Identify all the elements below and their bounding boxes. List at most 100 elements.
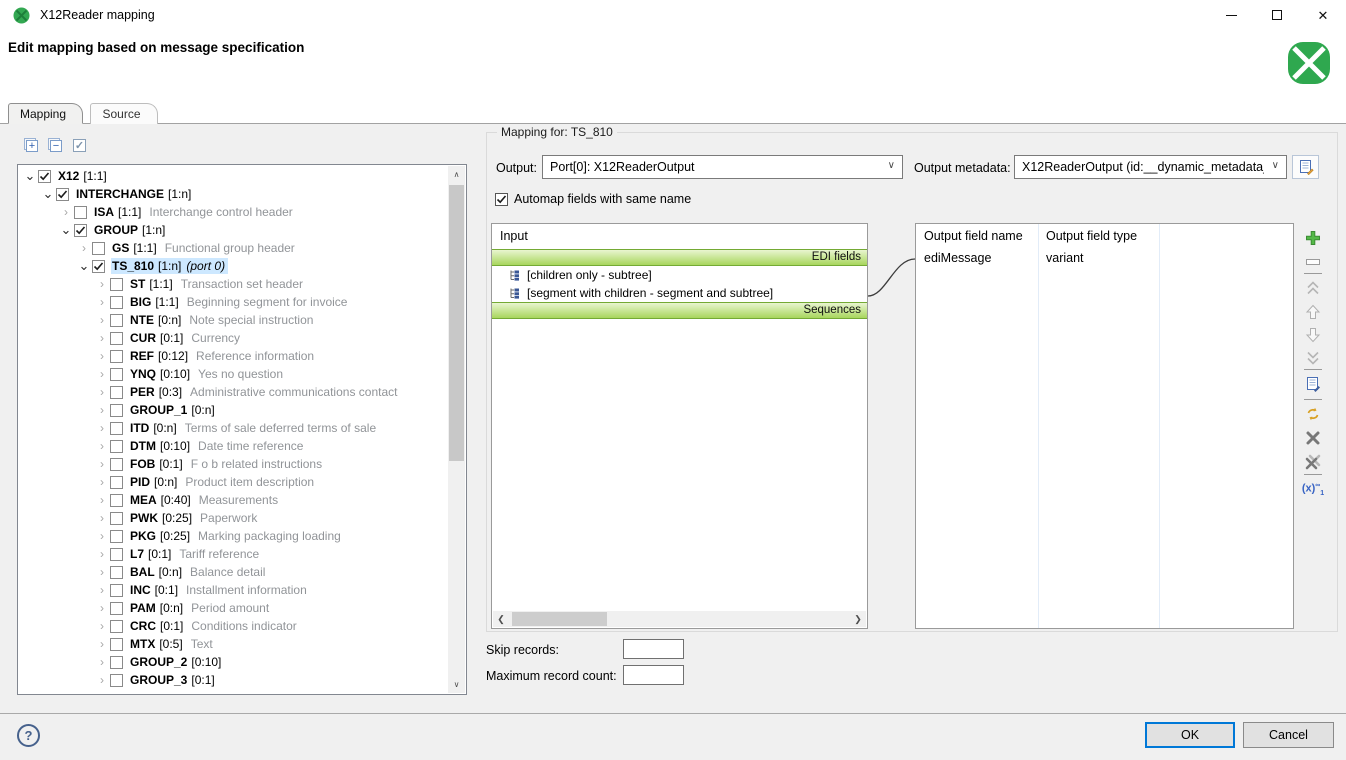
expand-closed-icon[interactable]: › <box>94 421 110 435</box>
expand-closed-icon[interactable]: › <box>94 619 110 633</box>
tree-checkbox[interactable] <box>110 368 123 381</box>
expand-closed-icon[interactable]: › <box>94 295 110 309</box>
output-port-select[interactable]: Port[0]: X12ReaderOutput ∨ <box>542 155 903 179</box>
expand-closed-icon[interactable]: › <box>58 205 74 219</box>
tree-checkbox[interactable] <box>110 476 123 489</box>
tree-row-fob[interactable]: ›FOB[0:1]F o b related instructions <box>18 455 448 473</box>
tree-checkbox[interactable] <box>110 602 123 615</box>
tree-checkbox[interactable] <box>56 188 69 201</box>
tree-checkbox[interactable] <box>110 404 123 417</box>
scroll-right-icon[interactable]: ❯ <box>850 611 866 627</box>
collapse-all-button[interactable]: − <box>47 137 62 152</box>
remove-all-mappings-button[interactable] <box>1304 453 1322 471</box>
expand-closed-icon[interactable]: › <box>94 349 110 363</box>
scroll-down-icon[interactable]: ∨ <box>448 676 465 693</box>
tree-checkbox[interactable] <box>110 566 123 579</box>
check-all-button[interactable]: ✓ <box>71 137 86 152</box>
wildcard-expression-button[interactable]: (x)∞1 <box>1304 480 1322 498</box>
tree-checkbox[interactable] <box>110 386 123 399</box>
tree-checkbox[interactable] <box>110 674 123 687</box>
tree-row-mea[interactable]: ›MEA[0:40]Measurements <box>18 491 448 509</box>
expand-closed-icon[interactable]: › <box>94 367 110 381</box>
maximize-button[interactable] <box>1254 0 1300 30</box>
tab-source[interactable]: Source <box>90 103 157 124</box>
expand-closed-icon[interactable]: › <box>94 277 110 291</box>
move-bottom-button[interactable] <box>1304 349 1322 367</box>
input-item[interactable]: [segment with children - segment and sub… <box>492 284 867 302</box>
remove-button[interactable] <box>1304 253 1322 271</box>
tree-row-crc[interactable]: ›CRC[0:1]Conditions indicator <box>18 617 448 635</box>
ok-button[interactable]: OK <box>1145 722 1235 748</box>
tree-row-group[interactable]: ⌄GROUP[1:n] <box>18 221 448 239</box>
tree-row-pid[interactable]: ›PID[0:n]Product item description <box>18 473 448 491</box>
expand-all-button[interactable]: + <box>23 137 38 152</box>
remove-mapping-button[interactable] <box>1304 429 1322 447</box>
output-table-row[interactable]: ediMessagevariant <box>916 248 1293 268</box>
move-up-button[interactable] <box>1304 303 1322 321</box>
tree-checkbox[interactable] <box>110 530 123 543</box>
tree-checkbox[interactable] <box>92 260 105 273</box>
expand-open-icon[interactable]: ⌄ <box>76 261 92 271</box>
tree-row-group_2[interactable]: ›GROUP_2[0:10] <box>18 653 448 671</box>
tree-checkbox[interactable] <box>110 350 123 363</box>
tree-checkbox[interactable] <box>74 206 87 219</box>
tree-row-dtm[interactable]: ›DTM[0:10]Date time reference <box>18 437 448 455</box>
expand-closed-icon[interactable]: › <box>94 529 110 543</box>
add-button[interactable] <box>1304 229 1322 247</box>
move-top-button[interactable] <box>1304 279 1322 297</box>
tree-checkbox[interactable] <box>110 638 123 651</box>
tree-checkbox[interactable] <box>110 656 123 669</box>
tree-checkbox[interactable] <box>38 170 51 183</box>
tree-checkbox[interactable] <box>92 242 105 255</box>
expand-closed-icon[interactable]: › <box>94 583 110 597</box>
tree-checkbox[interactable] <box>110 278 123 291</box>
tree-checkbox[interactable] <box>110 332 123 345</box>
tree-checkbox[interactable] <box>110 314 123 327</box>
tree-row-x12[interactable]: ⌄X12[1:1] <box>18 167 448 185</box>
tree-row-l7[interactable]: ›L7[0:1]Tariff reference <box>18 545 448 563</box>
scrollbar-thumb[interactable] <box>449 185 464 461</box>
input-horizontal-scrollbar[interactable]: ❮ ❯ <box>493 611 866 627</box>
scroll-up-icon[interactable]: ∧ <box>448 166 465 183</box>
tree-checkbox[interactable] <box>74 224 87 237</box>
minimize-button[interactable] <box>1208 0 1254 30</box>
tree-row-cur[interactable]: ›CUR[0:1]Currency <box>18 329 448 347</box>
tree-row-interchange[interactable]: ⌄INTERCHANGE[1:n] <box>18 185 448 203</box>
expand-closed-icon[interactable]: › <box>94 655 110 669</box>
expand-closed-icon[interactable]: › <box>94 511 110 525</box>
tree-checkbox[interactable] <box>110 548 123 561</box>
expand-closed-icon[interactable]: › <box>94 547 110 561</box>
expand-open-icon[interactable]: ⌄ <box>22 171 38 181</box>
expand-closed-icon[interactable]: › <box>94 493 110 507</box>
move-down-button[interactable] <box>1304 326 1322 344</box>
tree-row-itd[interactable]: ›ITD[0:n]Terms of sale deferred terms of… <box>18 419 448 437</box>
expand-closed-icon[interactable]: › <box>94 313 110 327</box>
expand-closed-icon[interactable]: › <box>76 241 92 255</box>
tree-checkbox[interactable] <box>110 296 123 309</box>
tab-mapping[interactable]: Mapping <box>8 103 83 124</box>
tree-vertical-scrollbar[interactable]: ∧ ∨ <box>448 166 465 693</box>
help-button[interactable]: ? <box>17 724 40 747</box>
expand-closed-icon[interactable]: › <box>94 673 110 687</box>
edit-record-button[interactable] <box>1304 375 1322 393</box>
tree-checkbox[interactable] <box>110 494 123 507</box>
expand-closed-icon[interactable]: › <box>94 385 110 399</box>
expand-closed-icon[interactable]: › <box>94 439 110 453</box>
cancel-button[interactable]: Cancel <box>1243 722 1334 748</box>
tree-row-group_3[interactable]: ›GROUP_3[0:1] <box>18 671 448 689</box>
expand-closed-icon[interactable]: › <box>94 601 110 615</box>
skip-records-input[interactable] <box>623 639 684 659</box>
tree-checkbox[interactable] <box>110 620 123 633</box>
expand-open-icon[interactable]: ⌄ <box>58 225 74 235</box>
tree-row-big[interactable]: ›BIG[1:1]Beginning segment for invoice <box>18 293 448 311</box>
tree-checkbox[interactable] <box>110 512 123 525</box>
output-metadata-select[interactable]: X12ReaderOutput (id:__dynamic_metadata_X… <box>1014 155 1287 179</box>
automap-button[interactable] <box>1304 405 1322 423</box>
scrollbar-thumb[interactable] <box>512 612 607 626</box>
tree-row-ref[interactable]: ›REF[0:12]Reference information <box>18 347 448 365</box>
scroll-left-icon[interactable]: ❮ <box>493 611 509 627</box>
edit-metadata-button[interactable] <box>1292 155 1319 179</box>
input-item[interactable]: [children only - subtree] <box>492 266 867 284</box>
tree-row-gs[interactable]: ›GS[1:1]Functional group header <box>18 239 448 257</box>
tree-row-mtx[interactable]: ›MTX[0:5]Text <box>18 635 448 653</box>
